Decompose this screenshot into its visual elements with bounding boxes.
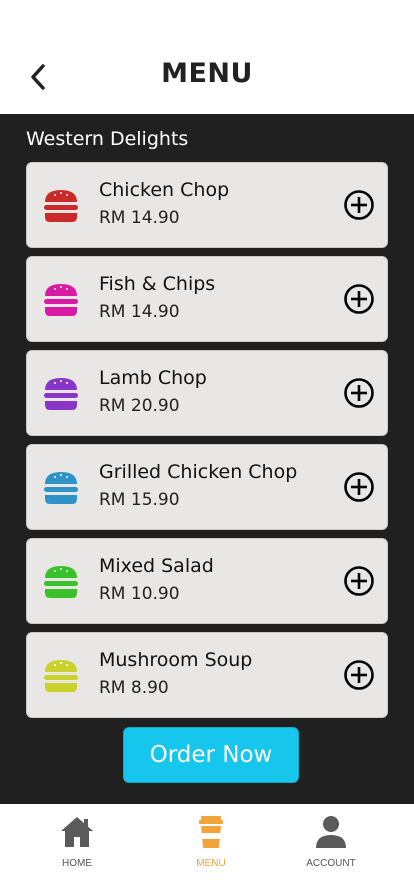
- menu-item-card[interactable]: Mixed Salad RM 10.90: [26, 538, 388, 624]
- header: MENU: [0, 0, 414, 114]
- tab-home[interactable]: HOME: [22, 814, 132, 878]
- item-name: Mushroom Soup: [99, 649, 253, 671]
- menu-item-card[interactable]: Fish & Chips RM 14.90: [26, 256, 388, 342]
- plus-circle-icon[interactable]: [343, 377, 375, 409]
- tab-label-account: ACCOUNT: [306, 858, 356, 869]
- home-icon: [61, 817, 93, 847]
- plus-circle-icon[interactable]: [343, 565, 375, 597]
- burger-icon: [44, 378, 78, 410]
- user-icon: [316, 816, 346, 848]
- item-price: RM 8.90: [99, 678, 169, 698]
- menu-list: Chicken Chop RM 14.90 Fish & Chips RM 14…: [26, 162, 388, 726]
- coffee-cup-icon: [199, 816, 223, 848]
- menu-content: Western Delights Chicken Chop RM 14.90 F…: [0, 114, 414, 804]
- menu-item-card[interactable]: Grilled Chicken Chop RM 15.90: [26, 444, 388, 530]
- section-title: Western Delights: [26, 128, 189, 150]
- item-name: Grilled Chicken Chop: [99, 461, 298, 483]
- menu-item-card[interactable]: Mushroom Soup RM 8.90: [26, 632, 388, 718]
- item-name: Fish & Chips: [99, 273, 216, 295]
- item-price: RM 14.90: [99, 208, 180, 228]
- tab-account[interactable]: ACCOUNT: [276, 814, 386, 878]
- item-name: Mixed Salad: [99, 555, 214, 577]
- burger-icon: [44, 566, 78, 598]
- menu-item-card[interactable]: Lamb Chop RM 20.90: [26, 350, 388, 436]
- tab-menu[interactable]: MENU: [156, 814, 266, 878]
- order-now-button[interactable]: Order Now: [123, 727, 299, 783]
- burger-icon: [44, 190, 78, 222]
- plus-circle-icon[interactable]: [343, 659, 375, 691]
- item-name: Lamb Chop: [99, 367, 207, 389]
- item-name: Chicken Chop: [99, 179, 230, 201]
- bottom-tab-bar: HOME MENU ACCOUNT: [0, 804, 414, 896]
- burger-icon: [44, 284, 78, 316]
- item-price: RM 20.90: [99, 396, 180, 416]
- menu-item-card[interactable]: Chicken Chop RM 14.90: [26, 162, 388, 248]
- tab-label-home: HOME: [62, 858, 92, 869]
- burger-icon: [44, 660, 78, 692]
- tab-label-menu: MENU: [196, 858, 226, 869]
- plus-circle-icon[interactable]: [343, 471, 375, 503]
- item-price: RM 10.90: [99, 584, 180, 604]
- burger-icon: [44, 472, 78, 504]
- page-title: MENU: [161, 58, 253, 89]
- item-price: RM 14.90: [99, 302, 180, 322]
- plus-circle-icon[interactable]: [343, 283, 375, 315]
- item-price: RM 15.90: [99, 490, 180, 510]
- plus-circle-icon[interactable]: [343, 189, 375, 221]
